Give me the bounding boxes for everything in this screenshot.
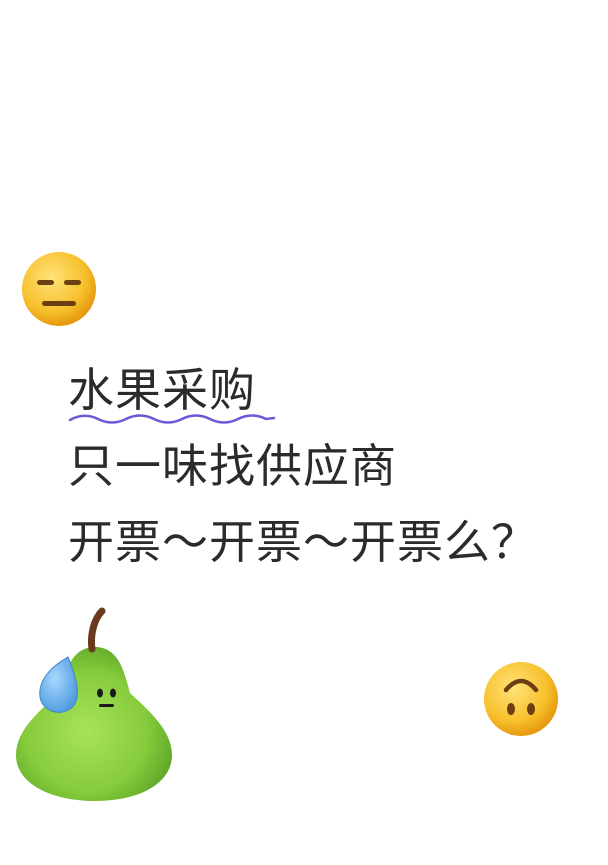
text-line-3: 开票～开票～开票么？ [68,515,538,569]
text-line-2: 只一味找供应商 [68,439,397,493]
text-line-1: 水果采购 [68,352,538,428]
expressionless-face-icon [22,252,96,326]
message-text: 水果采购 只一味找供应商 开票～开票～开票么？ [68,352,538,580]
highlighted-phrase: 水果采购 [68,363,256,417]
pear-sweat-icon [16,607,172,801]
wavy-underline [68,414,276,424]
upside-down-face-icon [484,662,558,736]
